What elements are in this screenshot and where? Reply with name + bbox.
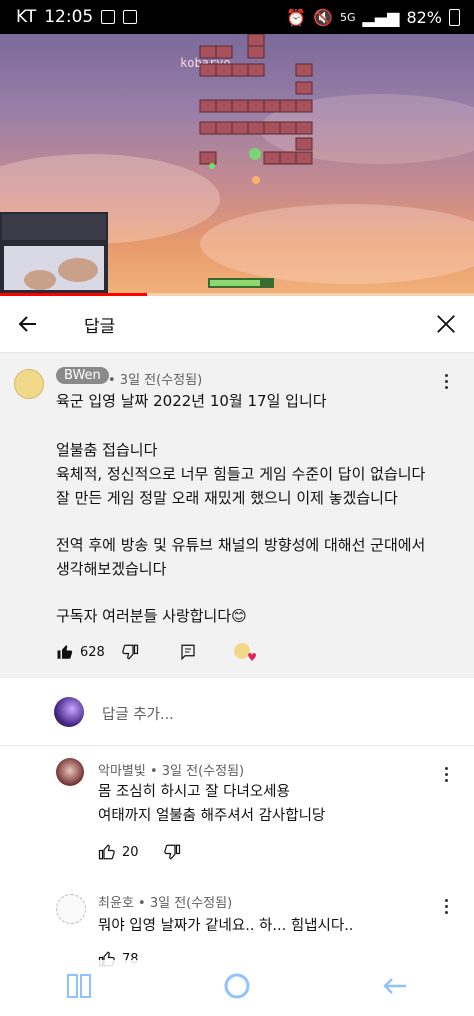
like-count: 628 xyxy=(80,644,105,660)
reply-meta: • 3일 전(수정됨) xyxy=(149,764,245,779)
reply-author[interactable]: 최윤호 • 3일 전(수정됨) xyxy=(98,892,232,911)
comment-line: 얼불춤 접습니다 xyxy=(56,441,158,459)
thumbs-up-icon xyxy=(98,844,115,860)
thumbs-down-icon xyxy=(122,644,139,660)
back-icon xyxy=(383,978,407,994)
like-button[interactable]: 20 xyxy=(98,843,139,861)
avatar[interactable] xyxy=(14,369,44,399)
reply-item: 최윤호 • 3일 전(수정됨) 뭐야 입영 날짜가 같네요.. 하... 힘냅시… xyxy=(0,880,474,967)
recent-apps-icon xyxy=(66,974,91,998)
comment-icon xyxy=(181,644,195,661)
comment-line: 육체적, 정신적으로 너무 힘들고 게임 수준이 답이 없습니다 xyxy=(56,465,426,483)
avatar[interactable] xyxy=(56,758,84,786)
check-icon xyxy=(123,10,138,24)
close-icon xyxy=(437,315,455,333)
comment-meta: • 3일 전(수정됨) xyxy=(108,373,203,388)
reply-line: 몸 조심히 하시고 잘 다녀오세용 xyxy=(98,784,290,800)
battery-icon xyxy=(449,8,460,26)
parent-comment: BWen • 3일 전(수정됨) 육군 입영 날짜 2022년 10월 17일 … xyxy=(0,353,474,678)
network-label: 5G xyxy=(339,10,356,24)
thumbs-up-filled-icon xyxy=(57,645,73,659)
back-button[interactable] xyxy=(0,296,56,352)
alarm-icon: ⏰ xyxy=(286,7,307,27)
header-title: 답글 xyxy=(84,316,116,337)
creator-heart-badge: ♥ xyxy=(234,643,257,664)
clock: 12:05 xyxy=(44,7,94,27)
home-button[interactable] xyxy=(221,970,253,1006)
reply-item: 악마별빛 • 3일 전(수정됨) 몸 조심히 하시고 잘 다녀오세용 여태까지 … xyxy=(0,746,474,876)
signal-icon: ▂▄▆ xyxy=(362,7,400,27)
avatar[interactable] xyxy=(56,894,86,924)
comment-line: 육군 입영 날짜 2022년 10월 17일 입니다 xyxy=(56,392,327,410)
reply-button[interactable] xyxy=(179,643,197,661)
battery-label: 82% xyxy=(406,7,442,27)
more-options-button[interactable] xyxy=(436,764,456,784)
replies-header: 답글 xyxy=(0,296,474,353)
carrier-label: KT xyxy=(16,7,37,27)
close-button[interactable] xyxy=(418,296,474,352)
dislike-button[interactable] xyxy=(121,643,139,661)
game-track-graphic xyxy=(0,34,313,296)
comment-author[interactable]: BWen xyxy=(56,367,109,384)
gallery-icon xyxy=(101,10,116,24)
back-arrow-icon xyxy=(18,316,36,332)
comment-line: 전역 후에 방송 및 유튜브 채널의 방향성에 대해선 군대에서 xyxy=(56,536,426,554)
system-nav-bar xyxy=(0,960,474,1016)
reply-line: 여태까지 얼불춤 해주셔서 감사합니당 xyxy=(98,808,326,824)
comment-line: 잘 만든 게임 정말 오래 재밌게 했으니 이제 놓겠습니다 xyxy=(56,489,398,507)
like-count: 20 xyxy=(122,844,139,860)
thumbs-down-icon xyxy=(164,844,181,860)
like-button[interactable]: 628 xyxy=(56,643,105,661)
add-reply-row[interactable]: 답글 추가... xyxy=(0,679,474,746)
video-player[interactable]: kobaryo xyxy=(0,34,474,296)
heart-icon: ♥ xyxy=(247,651,257,664)
my-avatar xyxy=(54,697,84,727)
comment-line: 구독자 여러분들 사랑합니다😊 xyxy=(56,607,247,625)
comment-line: 생각해보겠습니다 xyxy=(56,560,167,578)
system-back-button[interactable] xyxy=(380,971,410,1005)
more-options-button[interactable] xyxy=(436,896,456,916)
reply-meta: • 3일 전(수정됨) xyxy=(138,896,233,911)
reply-line: 뭐야 입영 날짜가 같네요.. 하... 힘냅시다.. xyxy=(98,918,354,934)
reply-author[interactable]: 악마별빛 • 3일 전(수정됨) xyxy=(98,760,244,779)
home-icon xyxy=(224,973,250,999)
add-reply-input[interactable]: 답글 추가... xyxy=(102,703,174,724)
more-options-button[interactable] xyxy=(436,371,456,391)
dislike-button[interactable] xyxy=(163,843,181,861)
creator-avatar-small: ♥ xyxy=(234,643,257,664)
mute-icon: 🔇 xyxy=(313,7,333,27)
recent-apps-button[interactable] xyxy=(64,971,94,1005)
status-bar: KT 12:05 ⏰ 🔇 5G ▂▄▆ 82% xyxy=(0,0,474,34)
